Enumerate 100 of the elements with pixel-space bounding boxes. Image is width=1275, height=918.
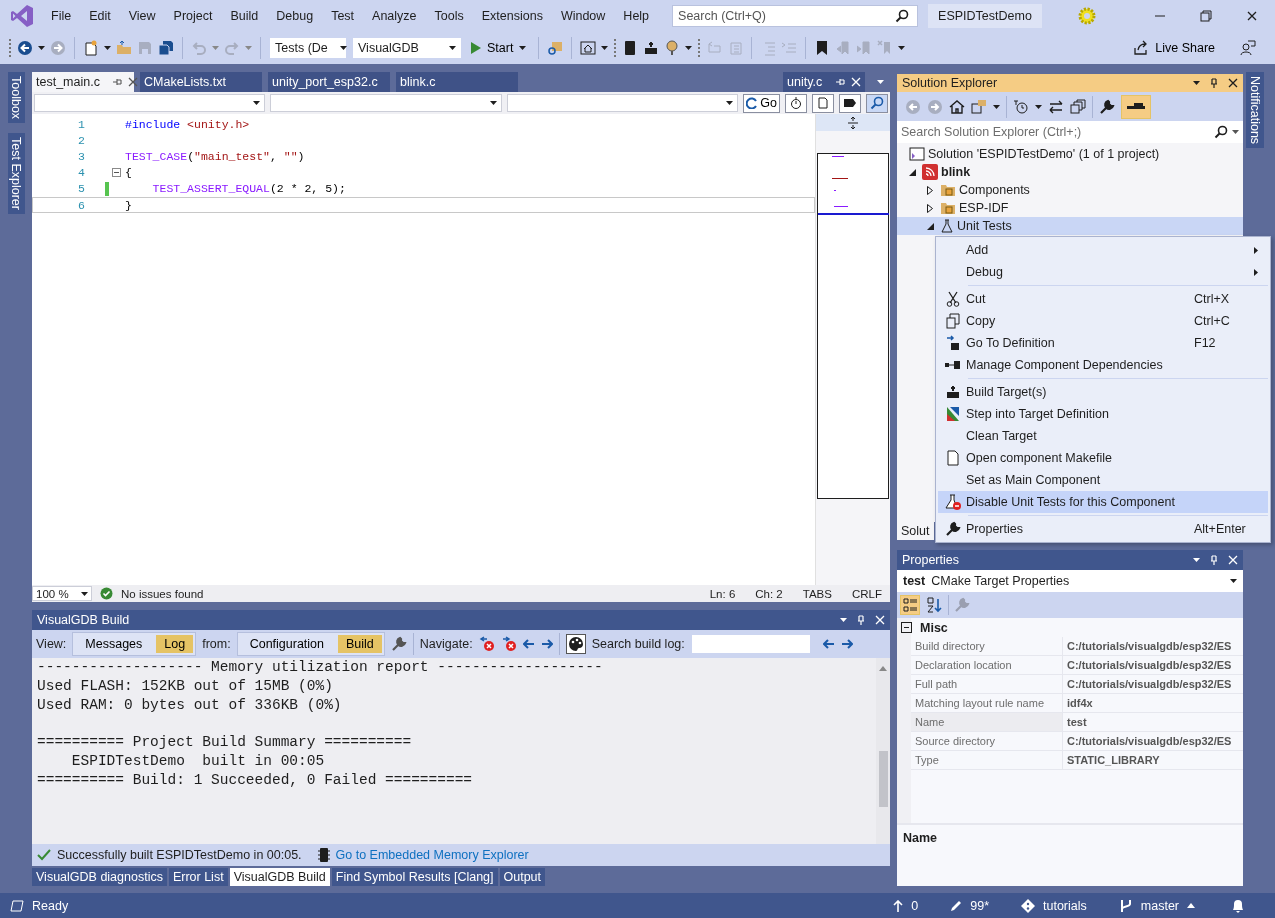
tree-item[interactable]: blink: [941, 165, 971, 179]
pin-icon[interactable]: [1209, 78, 1219, 88]
go-button[interactable]: Go: [743, 93, 780, 113]
search-options-button[interactable]: [1210, 121, 1243, 143]
menu-item[interactable]: View: [119, 5, 165, 27]
menu-item[interactable]: Copy Ctrl+C: [938, 310, 1268, 332]
panel-tab[interactable]: VisualGDB diagnostics: [32, 868, 167, 886]
toolbar-button[interactable]: [866, 93, 888, 113]
line-ending-indicator[interactable]: CRLF: [851, 587, 882, 600]
wrench-icon[interactable]: [1099, 98, 1115, 115]
menu-item[interactable]: Project: [164, 5, 222, 27]
property-name[interactable]: Type: [911, 751, 1063, 770]
collapse-icon[interactable]: [112, 168, 121, 178]
switch-views-icon[interactable]: [971, 98, 987, 115]
menu-item[interactable]: Clean Target: [938, 425, 1268, 447]
side-tab[interactable]: Toolbox: [8, 72, 25, 124]
next-error-icon[interactable]: [500, 636, 517, 652]
search-field[interactable]: Search Solution Explorer (Ctrl+;): [897, 121, 1210, 143]
pin-icon[interactable]: [111, 77, 122, 87]
menu-item[interactable]: Build: [221, 5, 268, 27]
property-name[interactable]: Name: [911, 713, 1063, 732]
tree-item[interactable]: Solution 'ESPIDTestDemo' (1 of 1 project): [928, 147, 1160, 161]
menu-item[interactable]: Manage Component Dependencies: [938, 354, 1268, 376]
menu-item[interactable]: File: [42, 5, 81, 27]
tree-item[interactable]: Unit Tests: [957, 219, 1012, 233]
document-tab[interactable]: CMakeLists.txt: [140, 72, 262, 92]
menu-item[interactable]: Build Target(s): [938, 381, 1268, 403]
panel-tab[interactable]: VisualGDB Build: [229, 868, 330, 886]
menu-item[interactable]: Tools: [425, 5, 473, 27]
up-caret-icon[interactable]: [1187, 903, 1195, 908]
memory-explorer-link[interactable]: Go to Embedded Memory Explorer: [335, 848, 529, 862]
menu-item[interactable]: Properties Alt+Enter: [938, 518, 1268, 540]
alphabetical-icon[interactable]: [925, 596, 943, 614]
wrench-icon[interactable]: [945, 521, 961, 537]
menu-item[interactable]: Window: [551, 5, 615, 27]
back-icon[interactable]: [17, 40, 33, 56]
property-name[interactable]: Full path: [911, 675, 1063, 694]
up-arrow-icon[interactable]: [893, 899, 904, 912]
collapse-all-icon[interactable]: [1070, 98, 1086, 115]
property-name[interactable]: Declaration location: [911, 656, 1063, 675]
toggle-button[interactable]: Build: [338, 635, 382, 653]
panel-tab[interactable]: Find Symbol Results [Clang]: [331, 868, 498, 886]
side-tab[interactable]: Notifications: [1246, 72, 1264, 149]
vertical-scrollbar[interactable]: [876, 658, 890, 844]
menu-item[interactable]: Extensions: [472, 5, 552, 27]
panel-tab[interactable]: Output: [499, 868, 546, 886]
panel-tab[interactable]: Error List: [168, 868, 228, 886]
home-window-icon[interactable]: [580, 40, 597, 56]
outgoing-count[interactable]: 0: [911, 898, 919, 913]
feedback-icon[interactable]: [1240, 40, 1256, 56]
categorized-button[interactable]: [900, 595, 920, 615]
menu-item[interactable]: Debug: [267, 5, 323, 27]
property-name[interactable]: Matching layout rule name: [911, 694, 1063, 713]
preview-button[interactable]: [1121, 94, 1151, 119]
zoom-dropdown[interactable]: 100 %: [32, 586, 92, 601]
branch-icon[interactable]: [1118, 898, 1133, 913]
scrollbar-thumb[interactable]: [878, 751, 888, 807]
pencil-icon[interactable]: [950, 899, 963, 912]
changes-count[interactable]: 99*: [970, 898, 989, 913]
document-tab[interactable]: blink.c: [396, 72, 518, 92]
menu-item[interactable]: Help: [614, 5, 659, 27]
toolbar-button[interactable]: [839, 93, 861, 113]
save-all-icon[interactable]: [158, 40, 174, 56]
tree-item[interactable]: ESP-IDF: [959, 201, 1009, 215]
indent-indicator[interactable]: TABS: [802, 587, 832, 600]
side-tab[interactable]: Test Explorer: [8, 133, 25, 215]
build-icon[interactable]: [643, 40, 660, 56]
toggle-button[interactable]: Messages: [73, 633, 155, 655]
toggle-button[interactable]: Configuration: [237, 633, 337, 655]
menu-item[interactable]: Step into Target Definition: [938, 403, 1268, 425]
branch-name[interactable]: master: [1140, 898, 1179, 913]
menu-item[interactable]: Cut Ctrl+X: [938, 288, 1268, 310]
menu-item[interactable]: Debug: [938, 261, 1268, 283]
configuration-dropdown[interactable]: Tests (De: [269, 37, 347, 59]
close-icon[interactable]: [1247, 11, 1257, 21]
code-minimap[interactable]: [817, 153, 889, 499]
menu-item[interactable]: Edit: [80, 5, 120, 27]
tree-item[interactable]: Components: [959, 183, 1030, 197]
right-arrow-icon[interactable]: [840, 639, 853, 649]
toolbar-button[interactable]: [785, 93, 807, 113]
start-button[interactable]: Start: [467, 41, 531, 55]
close-icon[interactable]: [1228, 78, 1238, 88]
menu-item[interactable]: Analyze: [363, 5, 426, 27]
search-field[interactable]: [690, 634, 811, 654]
document-tab[interactable]: unity_port_esp32.c: [268, 72, 390, 92]
previous-error-icon[interactable]: [478, 636, 495, 652]
new-file-icon[interactable]: [83, 40, 99, 56]
panel-tab[interactable]: Solut: [897, 522, 934, 540]
palette-button[interactable]: [565, 634, 586, 654]
menu-item[interactable]: Go To Definition F12: [938, 332, 1268, 354]
right-arrow-icon[interactable]: [540, 639, 553, 649]
sync-icon[interactable]: [1048, 98, 1064, 115]
live-share-button[interactable]: Live Share: [1127, 39, 1221, 57]
property-name[interactable]: Build directory: [911, 637, 1063, 656]
menu-item[interactable]: Disable Unit Tests for this Component: [938, 491, 1268, 513]
property-name[interactable]: Source directory: [911, 732, 1063, 751]
collapse-icon[interactable]: [901, 622, 912, 633]
left-arrow-icon[interactable]: [822, 639, 835, 649]
bell-icon[interactable]: [1231, 898, 1245, 913]
pending-changes-icon[interactable]: [1013, 98, 1029, 115]
